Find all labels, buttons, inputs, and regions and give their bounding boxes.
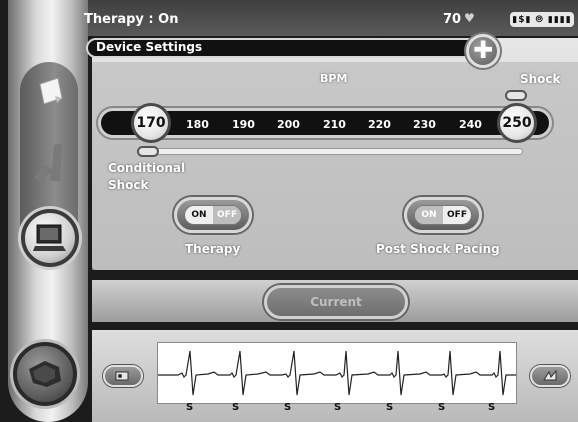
toggle-on-label: ON bbox=[415, 206, 443, 224]
conditional-shock-knob[interactable]: 170 bbox=[131, 103, 171, 143]
page-title: Device Settings bbox=[96, 40, 203, 54]
toggle-off-label: OFF bbox=[447, 210, 467, 220]
toggle-on-label: ON bbox=[191, 210, 207, 220]
shock-marker: S bbox=[186, 402, 194, 413]
shock-label: Shock bbox=[520, 72, 561, 86]
conditional-shock-label: Conditional Shock bbox=[108, 160, 185, 194]
post-shock-pacing-toggle[interactable]: ON OFF bbox=[404, 197, 482, 233]
ecg-right-button[interactable] bbox=[530, 365, 570, 387]
device-screen: Therapy : On 70 ♥ ▮$▮ ⦾ ▮▮▮▮ Device Sett… bbox=[0, 0, 578, 422]
shock-drag-handle[interactable] bbox=[505, 90, 527, 101]
therapy-toggle-switch: ON OFF bbox=[184, 205, 242, 225]
note-icon[interactable] bbox=[36, 76, 66, 106]
ecg-left-button[interactable] bbox=[103, 365, 143, 387]
add-button[interactable]: ✚ bbox=[466, 34, 500, 68]
scale-tick: 190 bbox=[232, 118, 255, 131]
shock-knob[interactable]: 250 bbox=[497, 103, 537, 143]
shock-marker: S bbox=[488, 402, 496, 413]
sidebar-item-monitor[interactable] bbox=[21, 209, 79, 267]
current-button[interactable]: Current bbox=[264, 285, 408, 319]
conditional-label-line: Conditional bbox=[108, 161, 186, 175]
post-shock-pacing-label: Post Shock Pacing bbox=[376, 242, 500, 256]
shock-marker: S bbox=[386, 402, 394, 413]
conditional-drag-handle[interactable] bbox=[137, 146, 159, 157]
scale-tick: 230 bbox=[413, 118, 436, 131]
scale-tick: 210 bbox=[323, 118, 346, 131]
monitor-icon bbox=[33, 224, 66, 251]
heart-rate-value: 70 bbox=[443, 12, 462, 27]
patient-icon[interactable] bbox=[30, 135, 74, 185]
scale-tick: 220 bbox=[368, 118, 391, 131]
bpm-label: BPM bbox=[320, 72, 348, 85]
scale-tick: 200 bbox=[277, 118, 300, 131]
shock-marker: S bbox=[438, 402, 446, 413]
conditional-slider-line bbox=[147, 148, 523, 155]
therapy-status: Therapy : On bbox=[84, 12, 179, 27]
sidebar-item-device[interactable] bbox=[13, 342, 77, 406]
therapy-toggle[interactable]: ON OFF bbox=[174, 197, 252, 233]
plus-icon: ✚ bbox=[472, 36, 494, 64]
scale-tick: 180 bbox=[186, 118, 209, 131]
ecg-strip bbox=[157, 342, 517, 404]
therapy-label: Therapy bbox=[185, 242, 241, 256]
shock-marker: S bbox=[284, 402, 292, 413]
shock-marker: S bbox=[232, 402, 240, 413]
toggle-off-label: OFF bbox=[213, 206, 241, 224]
conditional-label-line: Shock bbox=[108, 178, 149, 192]
record-icon bbox=[115, 371, 129, 381]
shock-marker: S bbox=[334, 402, 342, 413]
battery-indicator: ▮$▮ ⦾ ▮▮▮▮ bbox=[510, 12, 574, 27]
scale-tick: 240 bbox=[459, 118, 482, 131]
marker-icon bbox=[543, 369, 557, 381]
heart-icon: ♥ bbox=[464, 11, 475, 25]
device-icon bbox=[29, 361, 61, 387]
post-shock-toggle-switch: ON OFF bbox=[414, 205, 472, 225]
ecg-waveform bbox=[158, 350, 516, 396]
